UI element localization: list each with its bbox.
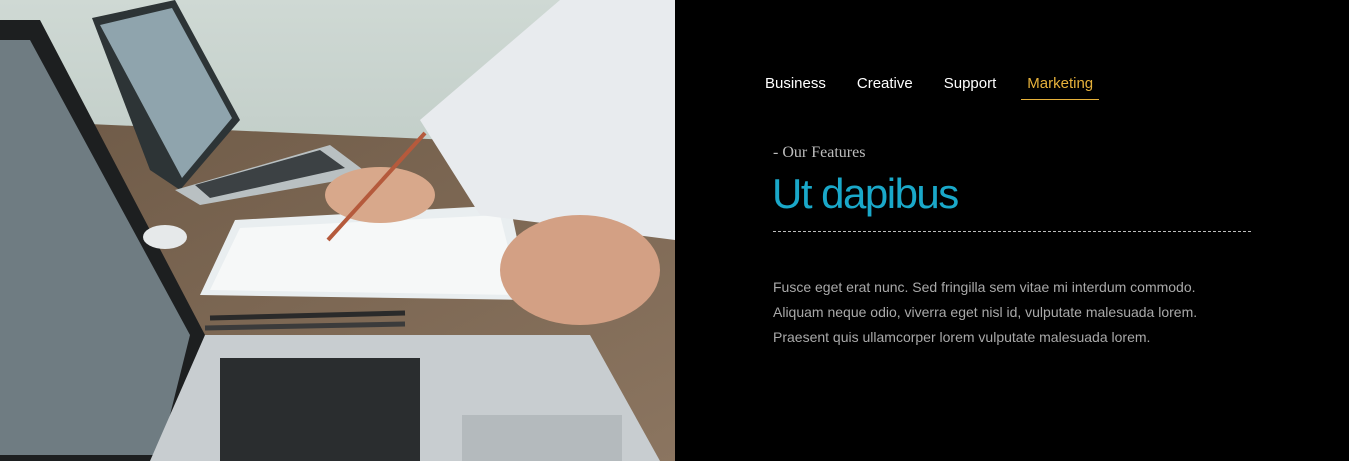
tab-creative[interactable]: Creative [851,73,919,100]
dashed-divider [773,231,1251,232]
tab-marketing[interactable]: Marketing [1021,73,1100,100]
description-line-2: Aliquam neque odio, viverra eget nisl id… [773,304,1198,320]
section-eyebrow: - Our Features [773,144,866,161]
office-laptops-photo [0,0,675,461]
category-tabs: Business Creative Support Marketing [759,73,1118,100]
content-panel: Business Creative Support Marketing - Ou… [675,0,1349,461]
description-line-3: Praesent quis ullamcorper lorem vulputat… [773,329,1151,345]
feature-description: Fusce eget erat nunc. Sed fringilla sem … [773,275,1233,350]
description-line-1: Fusce eget erat nunc. Sed fringilla sem … [773,279,1196,295]
feature-section: Business Creative Support Marketing - Ou… [0,0,1349,461]
photo-illustration [0,0,675,461]
section-title: Ut dapibus [772,170,959,217]
tab-support[interactable]: Support [938,73,1003,100]
tab-business[interactable]: Business [759,73,832,100]
